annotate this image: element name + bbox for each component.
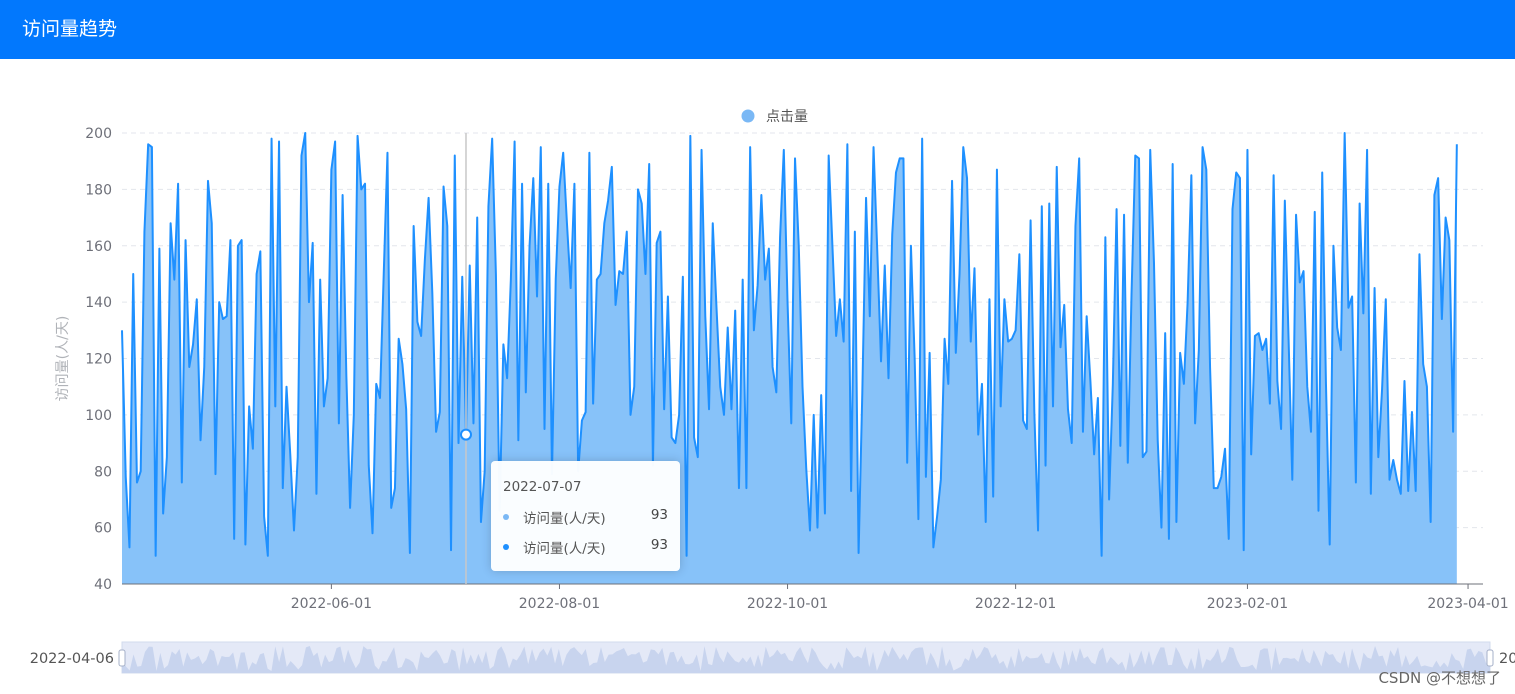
tooltip-series-marker [503, 544, 509, 550]
x-tick-label: 2023-02-01 [1207, 596, 1288, 612]
y-tick-label: 80 [94, 464, 112, 480]
tooltip-series-name: 访问量(人/天) [523, 511, 606, 527]
x-tick-label: 2023-04-01 [1427, 596, 1508, 612]
page-title: 访问量趋势 [22, 18, 118, 40]
y-tick-label: 120 [85, 352, 112, 368]
tooltip-series-marker [503, 514, 509, 520]
y-tick-label: 60 [94, 521, 112, 537]
y-tick-label: 160 [85, 239, 112, 255]
legend-label: 点击量 [766, 109, 808, 125]
x-tick-label: 2022-08-01 [519, 596, 600, 612]
y-tick-label: 140 [85, 295, 112, 311]
tooltip-row: 访问量(人/天) 93 [503, 537, 668, 557]
page-header: 访问量趋势 [0, 0, 1515, 59]
x-tick-label: 2022-12-01 [975, 596, 1056, 612]
zoom-end-label: 20 [1499, 651, 1515, 667]
tooltip-row: 访问量(人/天) 93 [503, 507, 668, 527]
y-tick-label: 180 [85, 182, 112, 198]
chart-tooltip: 2022-07-07 访问量(人/天) 93 访问量(人/天) 93 [491, 461, 680, 571]
zoom-handle-left[interactable] [118, 649, 126, 667]
x-tick-label: 2022-10-01 [747, 596, 828, 612]
tooltip-date: 2022-07-07 [503, 479, 582, 495]
zoom-start-label: 2022-04-06 [30, 651, 114, 667]
y-tick-label: 40 [94, 577, 112, 593]
y-tick-label: 200 [85, 126, 112, 142]
trend-chart[interactable]: 40 60 80 100 120 140 160 180 200 访问量(人/天) 2022-06-… [0, 59, 1515, 694]
x-tick-label: 2022-06-01 [291, 596, 372, 612]
watermark: CSDN @不想想了 [1378, 669, 1501, 687]
hover-point [459, 428, 472, 441]
tooltip-series-value: 93 [650, 537, 668, 553]
chart-container: 40 60 80 100 120 140 160 180 200 访问量(人/天) 2022-06-… [0, 59, 1515, 694]
tooltip-series-value: 93 [650, 507, 668, 523]
zoom-handle-right[interactable] [1486, 649, 1494, 667]
legend-marker [741, 109, 755, 123]
y-axis-title: 访问量(人/天) [55, 316, 71, 402]
y-tick-label: 100 [85, 408, 112, 424]
tooltip-series-name: 访问量(人/天) [523, 541, 606, 557]
